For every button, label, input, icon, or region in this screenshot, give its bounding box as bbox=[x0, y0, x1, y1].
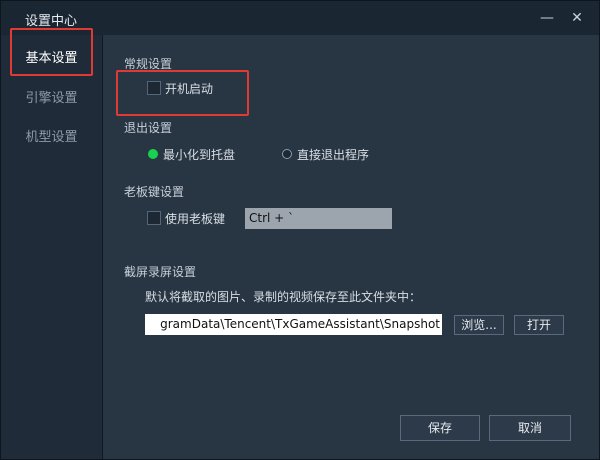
boss-key-checkbox[interactable] bbox=[147, 211, 161, 225]
save-button[interactable]: 保存 bbox=[400, 415, 480, 441]
browse-button[interactable]: 浏览... bbox=[454, 315, 504, 335]
sidebar: 基本设置 引擎设置 机型设置 bbox=[1, 35, 103, 459]
snapshot-path-input[interactable]: gramData\Tencent\TxGameAssistant\Snapsho… bbox=[145, 314, 442, 335]
open-folder-button[interactable]: 打开 bbox=[514, 315, 564, 335]
title-bar[interactable]: 设置中心 — ✕ bbox=[1, 1, 599, 35]
minimize-to-tray-radio[interactable] bbox=[148, 149, 158, 159]
exit-directly-radio[interactable] bbox=[282, 149, 292, 159]
close-button[interactable]: ✕ bbox=[568, 9, 586, 27]
boot-start-checkbox[interactable] bbox=[147, 81, 161, 95]
general-section-title: 常规设置 bbox=[124, 57, 173, 71]
sidebar-item-engine-settings[interactable]: 引擎设置 bbox=[1, 82, 102, 116]
sidebar-item-device-settings[interactable]: 机型设置 bbox=[1, 121, 102, 155]
snapshot-path-text: gramData\Tencent\TxGameAssistant\Snapsho… bbox=[160, 317, 440, 331]
exit-section-title: 退出设置 bbox=[124, 121, 173, 135]
boss-key-section-title: 老板键设置 bbox=[124, 185, 185, 199]
boss-key-label[interactable]: 使用老板键 bbox=[165, 210, 225, 227]
window-title: 设置中心 bbox=[25, 14, 78, 29]
screenshot-section-title: 截屏录屏设置 bbox=[124, 265, 197, 279]
exit-directly-label[interactable]: 直接退出程序 bbox=[297, 146, 369, 163]
cancel-button[interactable]: 取消 bbox=[489, 415, 571, 441]
boot-start-label[interactable]: 开机启动 bbox=[165, 80, 213, 97]
settings-content: 常规设置 开机启动 退出设置 最小化到托盘 直接退出程序 老板键设置 使用老板键… bbox=[102, 35, 599, 459]
sidebar-item-basic-settings[interactable]: 基本设置 bbox=[1, 42, 102, 76]
minimize-to-tray-label[interactable]: 最小化到托盘 bbox=[163, 146, 235, 163]
settings-window: 设置中心 — ✕ 基本设置 引擎设置 机型设置 常规设置 开机启动 退出设置 最… bbox=[0, 0, 600, 460]
minimize-button[interactable]: — bbox=[538, 9, 556, 27]
screenshot-folder-description: 默认将截取的图片、录制的视频保存至此文件夹中： bbox=[145, 290, 422, 304]
boss-key-hotkey-input[interactable]: Ctrl + ` bbox=[245, 208, 392, 229]
